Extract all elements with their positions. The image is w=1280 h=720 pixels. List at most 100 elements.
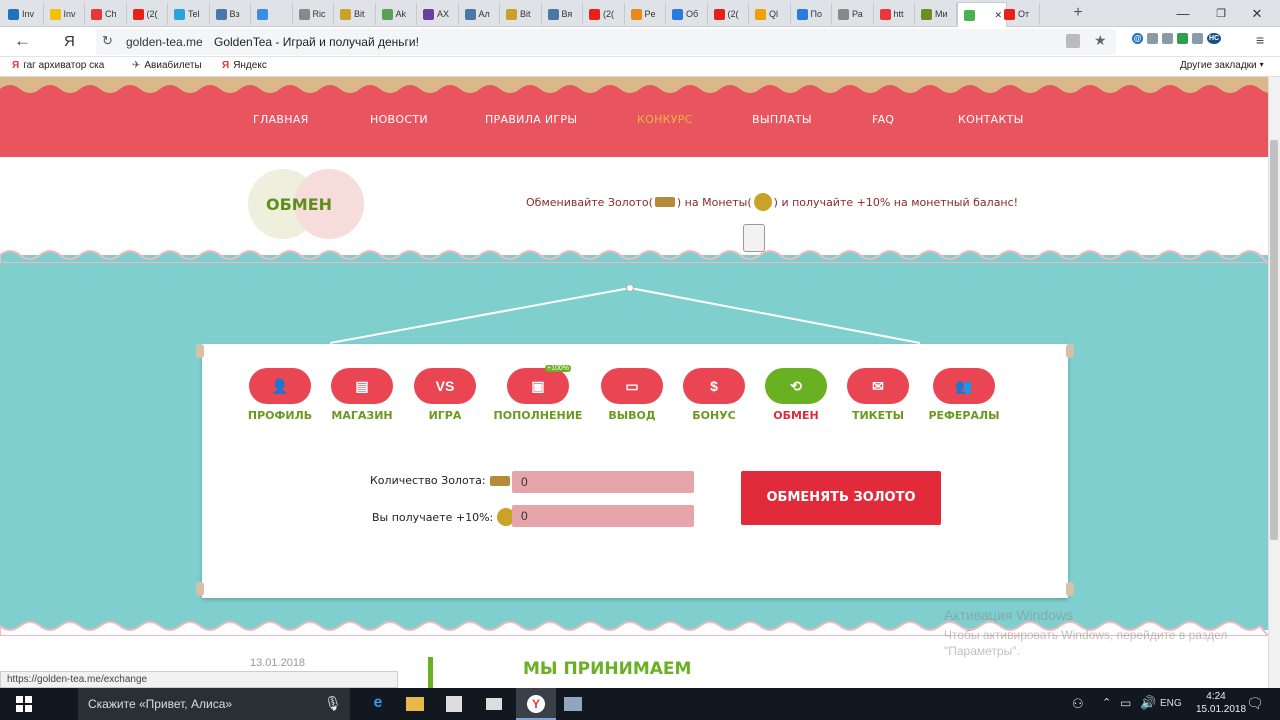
youtube-icon bbox=[589, 8, 600, 20]
url-domain: golden-tea.me bbox=[126, 35, 203, 49]
yandex-icon: Я bbox=[222, 60, 230, 71]
browser-tab[interactable]: Вя bbox=[542, 3, 583, 25]
browser-tab[interactable]: (2( bbox=[583, 3, 625, 25]
star-icon bbox=[49, 8, 61, 20]
browser-tab[interactable]: htt bbox=[874, 3, 915, 25]
exchange-card: 👤 ПРОФИЛЬ ▤ МАГАЗИН VS ИГРА ▣ +100% ПОПОЛНЕНИЕ ▭ В… bbox=[196, 344, 1074, 598]
browser-tab[interactable]: От bbox=[998, 3, 1040, 25]
browser-tab[interactable]: Inv bbox=[44, 3, 85, 25]
browser-tab[interactable]: (2( bbox=[708, 3, 749, 25]
browser-tab[interactable]: Ql bbox=[749, 3, 791, 25]
browser-tab[interactable]: Ал bbox=[459, 3, 500, 25]
youtube-icon bbox=[132, 8, 144, 20]
nav-link[interactable]: ГЛАВНАЯ bbox=[253, 113, 309, 126]
clock[interactable]: 4:24 15.01.2018 bbox=[1196, 690, 1247, 716]
shop-icon: ▤ bbox=[331, 368, 393, 404]
youtube-icon bbox=[713, 8, 725, 20]
bookmark-item[interactable]: ✈ Авиабилеты bbox=[132, 60, 202, 71]
action-center-icon[interactable]: 🗨 bbox=[1246, 695, 1264, 712]
new-tab-button[interactable]: + bbox=[1068, 3, 1088, 23]
store-icon[interactable] bbox=[446, 696, 462, 712]
page-icon bbox=[298, 8, 310, 20]
nav-decor-top bbox=[0, 77, 1268, 95]
network-icon[interactable]: ▭ bbox=[1120, 696, 1131, 710]
nav-link[interactable]: ВЫПЛАТЫ bbox=[752, 113, 812, 126]
menu-item-referrals[interactable]: 👥 РЕФЕРАЛЫ bbox=[909, 366, 1019, 426]
bookmark-item[interactable]: Я Яндекс bbox=[222, 60, 267, 71]
taskbar-search-box[interactable]: Скажите «Привет, Алиса» 🎙 bbox=[78, 688, 350, 720]
vk-icon bbox=[464, 8, 476, 20]
file-explorer-icon[interactable] bbox=[406, 697, 424, 711]
browser-tab[interactable]: Вз bbox=[210, 3, 251, 25]
bookmark-star-icon[interactable]: ★ bbox=[1094, 32, 1107, 49]
extension-icon[interactable] bbox=[1192, 33, 1203, 44]
yandex-browser-taskbar-icon[interactable]: Y bbox=[516, 688, 556, 720]
browser-tab[interactable]: Pe bbox=[625, 3, 666, 25]
nav-link[interactable]: НОВОСТИ bbox=[370, 113, 428, 126]
browser-tab[interactable]: (2( bbox=[127, 3, 168, 25]
gold-bars-icon bbox=[489, 475, 510, 486]
chevron-down-icon: ▾ bbox=[1259, 60, 1264, 69]
browser-tab[interactable]: Tel bbox=[168, 3, 210, 25]
clock-date: 15.01.2018 bbox=[1196, 704, 1247, 715]
exchange-gold-button[interactable]: ОБМЕНЯТЬ ЗОЛОТО bbox=[741, 471, 941, 525]
browser-tab[interactable]: Ric bbox=[293, 3, 334, 25]
browser-tab[interactable]: Bit bbox=[334, 3, 376, 25]
mail-extension-icon[interactable]: @ bbox=[1132, 33, 1143, 44]
bookmark-label: гаг архиватор ска bbox=[23, 60, 105, 71]
plane-icon bbox=[257, 8, 268, 20]
volume-icon[interactable]: 🔊 bbox=[1140, 695, 1156, 711]
tab-label: От bbox=[1018, 9, 1030, 19]
gold-amount-input[interactable]: 0 bbox=[512, 471, 694, 493]
page-icon bbox=[838, 8, 849, 20]
tab-label: Inv bbox=[63, 9, 76, 19]
browser-tab[interactable]: Bit bbox=[500, 3, 542, 25]
browser-tab[interactable]: По bbox=[791, 3, 832, 25]
receive-amount-input[interactable]: 0 bbox=[512, 505, 694, 527]
other-bookmarks[interactable]: Другие закладки ▾ bbox=[1180, 60, 1264, 71]
microphone-icon[interactable]: 🎙 bbox=[324, 695, 342, 712]
page-icon bbox=[381, 8, 393, 20]
exchange-hint: Обменивайте Золото( ) на Монеты( ) и пол… bbox=[526, 193, 1018, 211]
nav-link[interactable]: КОНКУРС bbox=[637, 113, 693, 126]
hc-extension-icon[interactable]: НС bbox=[1207, 33, 1221, 44]
windows-start-icon[interactable] bbox=[0, 688, 48, 720]
coins-icon bbox=[753, 193, 772, 211]
edge-icon[interactable]: e bbox=[368, 694, 388, 714]
colorful-extension-icon[interactable] bbox=[1177, 33, 1188, 44]
back-arrow-icon[interactable]: ← bbox=[14, 31, 31, 51]
page-scrollbar-thumb[interactable] bbox=[1270, 140, 1278, 540]
bookmark-item[interactable]: Я гаг архиватор ска bbox=[12, 60, 104, 71]
address-bar[interactable]: ↻ golden-tea.me GoldenTea - Играй и полу… bbox=[96, 29, 1116, 55]
browser-tab[interactable]: Inv bbox=[2, 3, 44, 25]
browser-tab[interactable]: Ak bbox=[376, 3, 417, 25]
browser-tab[interactable]: Ch bbox=[85, 3, 127, 25]
browser-tab[interactable]: Ра bbox=[832, 3, 874, 25]
browser-tab[interactable] bbox=[251, 3, 293, 25]
yandex-icon bbox=[879, 8, 891, 20]
nav-link[interactable]: FAQ bbox=[872, 113, 894, 126]
extension-icon[interactable] bbox=[1147, 33, 1158, 44]
close-window-button[interactable]: ✕ bbox=[1234, 0, 1280, 27]
bookmark-label: Яндекс bbox=[233, 60, 267, 71]
page-icon bbox=[630, 8, 642, 20]
mail-icon[interactable] bbox=[486, 698, 502, 710]
menu-glyph: ▣ bbox=[531, 377, 545, 394]
app-taskbar-icon[interactable] bbox=[564, 697, 582, 711]
lock-icon[interactable] bbox=[1066, 34, 1080, 48]
tab-label: Ak bbox=[395, 9, 407, 19]
language-indicator[interactable]: ENG bbox=[1160, 698, 1182, 709]
browser-tab[interactable]: Ми bbox=[915, 3, 957, 25]
show-hidden-icons-chevron-icon[interactable]: ⌃ bbox=[1102, 696, 1111, 709]
menu-icon[interactable]: ≡ bbox=[1256, 32, 1264, 48]
browser-tab[interactable]: Об bbox=[666, 3, 708, 25]
extension-icon[interactable] bbox=[1162, 33, 1173, 44]
divider bbox=[428, 657, 433, 688]
people-icon[interactable]: ⚇ bbox=[1072, 696, 1084, 712]
search-placeholder: Скажите «Привет, Алиса» bbox=[88, 697, 233, 711]
browser-tab[interactable]: AX bbox=[417, 3, 459, 25]
nav-link[interactable]: ПРАВИЛА ИГРЫ bbox=[485, 113, 577, 126]
nav-link[interactable]: КОНТАКТЫ bbox=[958, 113, 1024, 126]
reload-icon[interactable]: ↻ bbox=[102, 33, 113, 49]
yandex-home-icon[interactable]: Я bbox=[64, 33, 75, 50]
